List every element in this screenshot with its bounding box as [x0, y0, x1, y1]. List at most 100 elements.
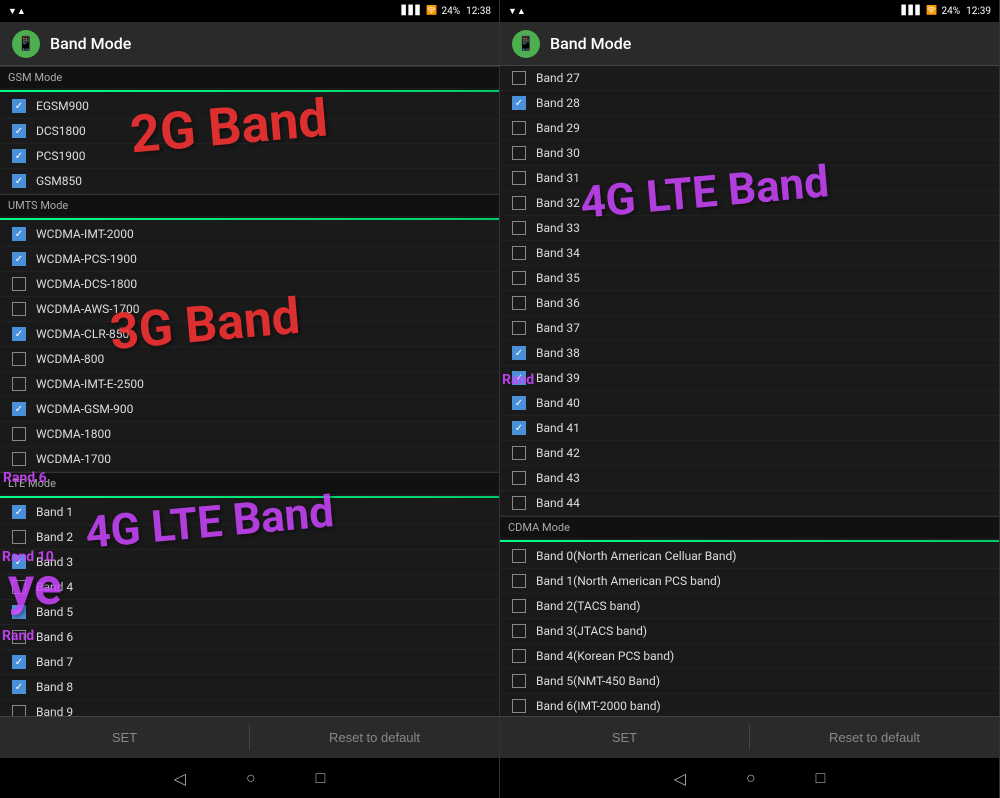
checkbox-pcs1900[interactable]: [12, 149, 26, 163]
checkbox-lte1[interactable]: [12, 505, 26, 519]
checkbox-r42[interactable]: [512, 446, 526, 460]
checkbox-r28[interactable]: [512, 96, 526, 110]
lte-band8[interactable]: Band 8: [0, 675, 499, 700]
back-button-left[interactable]: ◁: [174, 769, 186, 788]
cdma-band3[interactable]: Band 3(JTACS band): [500, 619, 999, 644]
home-button-right[interactable]: ○: [746, 768, 756, 788]
lte-band34[interactable]: Band 34: [500, 241, 999, 266]
lte-band44[interactable]: Band 44: [500, 491, 999, 516]
lte-band7[interactable]: Band 7: [0, 650, 499, 675]
scroll-content-right[interactable]: Band 27 Band 28 Band 29 Band 30 Band 31 …: [500, 66, 999, 716]
gsm-band-egsm900[interactable]: EGSM900: [0, 94, 499, 119]
lte-band40[interactable]: Band 40: [500, 391, 999, 416]
lte-band37[interactable]: Band 37: [500, 316, 999, 341]
checkbox-lte6[interactable]: [12, 630, 26, 644]
checkbox-r27[interactable]: [512, 71, 526, 85]
lte-band30[interactable]: Band 30: [500, 141, 999, 166]
cdma-band5[interactable]: Band 5(NMT-450 Band): [500, 669, 999, 694]
umts-band-800[interactable]: WCDMA-800: [0, 347, 499, 372]
gsm-band-gsm850[interactable]: GSM850: [0, 169, 499, 194]
checkbox-imt2000[interactable]: [12, 227, 26, 241]
recents-button-left[interactable]: □: [316, 768, 326, 788]
checkbox-wclr850[interactable]: [12, 327, 26, 341]
cdma-band6[interactable]: Band 6(IMT-2000 band): [500, 694, 999, 716]
checkbox-r37[interactable]: [512, 321, 526, 335]
home-button-left[interactable]: ○: [246, 768, 256, 788]
checkbox-c6[interactable]: [512, 699, 526, 713]
lte-band29[interactable]: Band 29: [500, 116, 999, 141]
umts-band-imte2500[interactable]: WCDMA-IMT-E-2500: [0, 372, 499, 397]
back-button-right[interactable]: ◁: [674, 769, 686, 788]
checkbox-c1[interactable]: [512, 574, 526, 588]
lte-band5[interactable]: Band 5: [0, 600, 499, 625]
umts-band-aws1700[interactable]: WCDMA-AWS-1700: [0, 297, 499, 322]
lte-band32[interactable]: Band 32: [500, 191, 999, 216]
lte-band1[interactable]: Band 1: [0, 500, 499, 525]
lte-band43[interactable]: Band 43: [500, 466, 999, 491]
umts-band-gsm900[interactable]: WCDMA-GSM-900: [0, 397, 499, 422]
set-button-right[interactable]: SET: [500, 717, 749, 758]
checkbox-r38[interactable]: [512, 346, 526, 360]
checkbox-lte7[interactable]: [12, 655, 26, 669]
checkbox-lte4[interactable]: [12, 580, 26, 594]
reset-button-right[interactable]: Reset to default: [750, 717, 999, 758]
checkbox-c4[interactable]: [512, 649, 526, 663]
checkbox-lte2[interactable]: [12, 530, 26, 544]
checkbox-lte5[interactable]: [12, 605, 26, 619]
lte-band2[interactable]: Band 2: [0, 525, 499, 550]
checkbox-wimte2500[interactable]: [12, 377, 26, 391]
checkbox-wdcs1800[interactable]: [12, 277, 26, 291]
checkbox-r35[interactable]: [512, 271, 526, 285]
checkbox-w1700[interactable]: [12, 452, 26, 466]
checkbox-c5[interactable]: [512, 674, 526, 688]
reset-button-left[interactable]: Reset to default: [250, 717, 499, 758]
checkbox-c2[interactable]: [512, 599, 526, 613]
cdma-band2[interactable]: Band 2(TACS band): [500, 594, 999, 619]
checkbox-r36[interactable]: [512, 296, 526, 310]
lte-band42[interactable]: Band 42: [500, 441, 999, 466]
checkbox-dcs1800[interactable]: [12, 124, 26, 138]
checkbox-r31[interactable]: [512, 171, 526, 185]
lte-band35[interactable]: Band 35: [500, 266, 999, 291]
umts-band-imt2000[interactable]: WCDMA-IMT-2000: [0, 222, 499, 247]
lte-band28[interactable]: Band 28: [500, 91, 999, 116]
recents-button-right[interactable]: □: [816, 768, 826, 788]
checkbox-lte9[interactable]: [12, 705, 26, 716]
lte-band33[interactable]: Band 33: [500, 216, 999, 241]
checkbox-r29[interactable]: [512, 121, 526, 135]
checkbox-r39[interactable]: [512, 371, 526, 385]
checkbox-r40[interactable]: [512, 396, 526, 410]
gsm-band-dcs1800[interactable]: DCS1800: [0, 119, 499, 144]
lte-band9[interactable]: Band 9: [0, 700, 499, 716]
checkbox-r44[interactable]: [512, 496, 526, 510]
lte-band6[interactable]: Band 6: [0, 625, 499, 650]
lte-band39[interactable]: Band 39: [500, 366, 999, 391]
lte-band3[interactable]: Band 3: [0, 550, 499, 575]
gsm-band-pcs1900[interactable]: PCS1900: [0, 144, 499, 169]
checkbox-r33[interactable]: [512, 221, 526, 235]
checkbox-lte3[interactable]: [12, 555, 26, 569]
lte-band27[interactable]: Band 27: [500, 66, 999, 91]
lte-band36[interactable]: Band 36: [500, 291, 999, 316]
checkbox-egsm900[interactable]: [12, 99, 26, 113]
checkbox-r41[interactable]: [512, 421, 526, 435]
checkbox-wpcs1900[interactable]: [12, 252, 26, 266]
cdma-band0[interactable]: Band 0(North American Celluar Band): [500, 544, 999, 569]
umts-band-clr850[interactable]: WCDMA-CLR-850: [0, 322, 499, 347]
checkbox-lte8[interactable]: [12, 680, 26, 694]
umts-band-pcs1900[interactable]: WCDMA-PCS-1900: [0, 247, 499, 272]
checkbox-w1800[interactable]: [12, 427, 26, 441]
checkbox-w800[interactable]: [12, 352, 26, 366]
lte-band4[interactable]: Band 4: [0, 575, 499, 600]
checkbox-r30[interactable]: [512, 146, 526, 160]
checkbox-gsm850[interactable]: [12, 174, 26, 188]
set-button-left[interactable]: SET: [0, 717, 249, 758]
checkbox-waws1700[interactable]: [12, 302, 26, 316]
scroll-content-left[interactable]: GSM Mode EGSM900 DCS1800 PCS1900 GSM850 …: [0, 66, 499, 716]
cdma-band1[interactable]: Band 1(North American PCS band): [500, 569, 999, 594]
checkbox-wgsm900[interactable]: [12, 402, 26, 416]
umts-band-1700[interactable]: WCDMA-1700: [0, 447, 499, 472]
checkbox-r43[interactable]: [512, 471, 526, 485]
umts-band-1800[interactable]: WCDMA-1800: [0, 422, 499, 447]
checkbox-c0[interactable]: [512, 549, 526, 563]
